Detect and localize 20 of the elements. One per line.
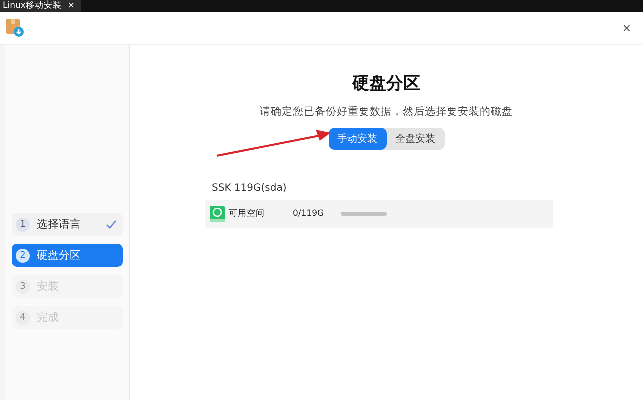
usage-bar (341, 212, 387, 216)
page-title: 硬盘分区 (352, 73, 420, 95)
step-number: 4 (16, 310, 30, 324)
step-item[interactable]: 2 硬盘分区 (12, 244, 123, 267)
step-item[interactable]: 1 选择语言 (12, 213, 123, 236)
tab-title: Linux移动安装 (3, 0, 62, 12)
package-download-icon (5, 18, 25, 38)
step-number: 3 (16, 280, 30, 294)
window-tab[interactable]: Linux移动安装 × (0, 0, 82, 12)
step-number: 2 (16, 248, 30, 262)
partition-size: 0/119G (293, 209, 326, 219)
step-number: 1 (16, 218, 30, 232)
close-button[interactable]: × (622, 20, 631, 36)
partition-label: 可用空间 (229, 208, 266, 220)
disk-name: SSK 119G(sda) (211, 183, 288, 194)
partition-icon (210, 206, 225, 222)
page-subtitle: 请确定您已备份好重要数据，然后选择要安装的磁盘 (260, 105, 513, 119)
partition-row[interactable]: 可用空间 0/119G (205, 200, 553, 228)
tab-close-button[interactable]: × (68, 0, 76, 12)
install-mode-button[interactable]: 手动安装 (328, 128, 386, 150)
